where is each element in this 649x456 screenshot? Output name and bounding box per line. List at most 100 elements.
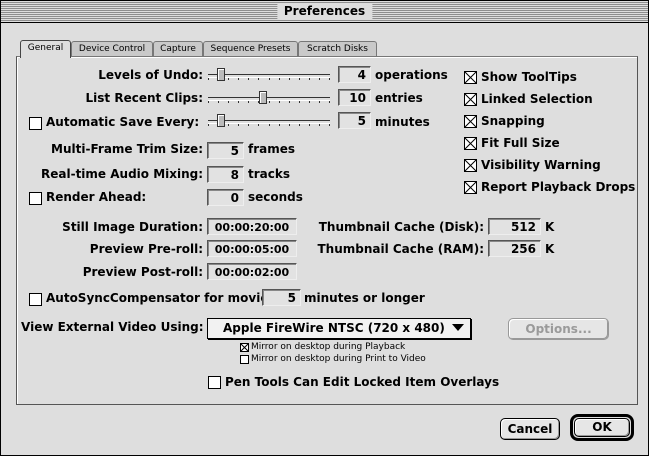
tab-device-control[interactable]: Device Control [71,41,153,57]
slider-tick [248,124,249,126]
render-ahead-unit: seconds [248,190,303,204]
slider-tick [319,78,320,80]
option-checkbox[interactable] [464,137,477,150]
option-label: Fit Full Size [481,136,560,150]
slider-tick [299,124,300,126]
slider-tick [238,124,239,126]
check-x-icon [465,138,476,149]
still-duration-label: Still Image Duration: [62,220,203,234]
option-label: Linked Selection [481,92,593,106]
slider-tick [289,78,290,80]
slider-tick [289,101,290,103]
slider-tick [309,78,310,80]
autosync-field[interactable]: 5 [262,289,301,306]
slider-tick [289,124,290,126]
ok-button[interactable]: OK [574,418,630,437]
preferences-window: Preferences General Device Control Captu… [0,0,649,456]
preview-postroll-label: Preview Post-roll: [82,265,203,279]
automatic-save-field[interactable]: 5 [338,112,371,129]
slider-thumb[interactable] [217,114,225,127]
slider-tick [299,78,300,80]
autosync-label: AutoSyncCompensator for movies [46,291,276,305]
mirror-print-checkbox[interactable] [240,355,249,364]
autosync-unit: minutes or longer [304,291,425,305]
external-video-label: View External Video Using: [21,320,204,334]
render-ahead-field[interactable]: 0 [207,189,244,206]
preview-preroll-field[interactable]: 00:00:05:00 [207,240,297,257]
automatic-save-slider[interactable] [208,114,330,127]
automatic-save-label: Automatic Save Every: [46,115,200,129]
slider-tick [238,101,239,103]
pen-tools-checkbox[interactable] [208,376,221,389]
slider-tick [329,124,330,126]
levels-of-undo-field[interactable]: 4 [338,66,371,83]
title-bar[interactable]: Preferences [1,1,648,23]
list-recent-clips-label: List Recent Clips: [85,91,203,105]
levels-of-undo-label: Levels of Undo: [98,68,203,82]
option-checkbox[interactable] [464,71,477,84]
slider-tick [248,78,249,80]
automatic-save-checkbox[interactable] [29,117,42,130]
trim-size-unit: frames [248,142,296,156]
tab-scratch-disks[interactable]: Scratch Disks [298,41,377,57]
slider-tick [269,101,270,103]
option-label: Visibility Warning [481,158,601,172]
slider-tick [228,78,229,80]
tab-general[interactable]: General [20,40,71,58]
slider-tick [218,101,219,103]
cancel-button[interactable]: Cancel [500,418,560,440]
trim-size-label: Multi-Frame Trim Size: [51,142,203,156]
check-x-icon [465,182,476,193]
slider-tick [319,101,320,103]
list-recent-clips-unit: entries [375,91,423,105]
slider-tick [228,124,229,126]
slider-tick [269,78,270,80]
list-recent-clips-slider[interactable] [208,91,330,104]
slider-tick [258,78,259,80]
option-label: Snapping [481,114,545,128]
audio-mixing-field[interactable]: 8 [207,166,244,183]
still-duration-field[interactable]: 00:00:20:00 [207,218,297,235]
popup-arrow-icon [452,324,464,331]
slider-tick [279,124,280,126]
thumbnail-ram-field[interactable]: 256 [488,240,541,257]
render-ahead-checkbox[interactable] [29,192,42,205]
trim-size-field[interactable]: 5 [207,142,244,159]
levels-of-undo-slider[interactable] [208,68,330,81]
check-x-icon [465,116,476,127]
slider-tick [299,101,300,103]
check-x-icon [465,94,476,105]
window-title: Preferences [276,3,373,20]
slider-thumb[interactable] [217,68,225,81]
option-checkbox[interactable] [464,159,477,172]
slider-thumb[interactable] [259,91,267,104]
option-label: Report Playback Drops [481,180,636,194]
slider-tick [228,101,229,103]
check-x-icon [241,344,248,351]
slider-tick [258,124,259,126]
slider-tick [329,78,330,80]
external-video-select[interactable]: Apple FireWire NTSC (720 x 480) [207,318,471,339]
preview-postroll-field[interactable]: 00:00:02:00 [207,263,297,280]
audio-mixing-unit: tracks [248,167,290,181]
slider-tick [319,124,320,126]
slider-tick [309,101,310,103]
option-checkbox[interactable] [464,181,477,194]
automatic-save-unit: minutes [375,115,430,129]
list-recent-clips-field[interactable]: 10 [338,89,371,106]
autosync-checkbox[interactable] [29,293,42,306]
mirror-print-label: Mirror on desktop during Print to Video [251,354,426,364]
mirror-playback-label: Mirror on desktop during Playback [251,342,406,352]
thumbnail-disk-field[interactable]: 512 [488,218,541,235]
thumbnail-ram-label: Thumbnail Cache (RAM): [317,242,484,256]
tab-sequence-presets[interactable]: Sequence Presets [203,41,298,57]
option-checkbox[interactable] [464,93,477,106]
slider-tick [248,101,249,103]
levels-of-undo-unit: operations [375,68,448,82]
audio-mixing-label: Real-time Audio Mixing: [41,167,204,181]
mirror-playback-checkbox[interactable] [240,343,249,352]
tab-capture[interactable]: Capture [153,41,203,57]
option-checkbox[interactable] [464,115,477,128]
options-button[interactable]: Options... [508,318,609,340]
render-ahead-label: Render Ahead: [46,190,147,204]
